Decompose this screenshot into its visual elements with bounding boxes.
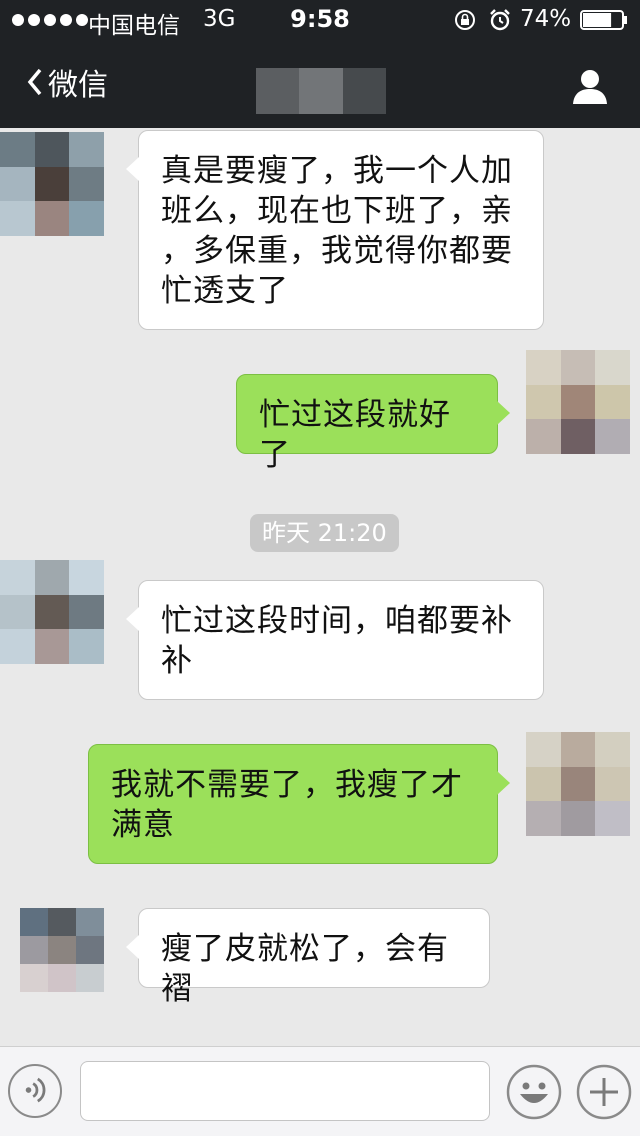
message-text-line: 真是要瘦了，我一个人加	[161, 153, 513, 189]
person-icon[interactable]	[570, 66, 610, 106]
emoji-icon[interactable]	[506, 1064, 562, 1120]
message-text-line: 忙过这段时间，咱都要补	[161, 603, 513, 639]
input-bar	[0, 1046, 640, 1136]
message-text-line: 瘦了皮就松了，会有褶	[161, 931, 449, 1007]
plus-icon[interactable]	[576, 1064, 632, 1120]
message-bubble[interactable]: 瘦了皮就松了，会有褶	[126, 908, 490, 1007]
rotation-lock-icon	[455, 10, 475, 30]
contact-avatar[interactable]	[0, 132, 104, 236]
alarm-icon	[490, 9, 510, 31]
message-text-line: ，多保重，我觉得你都要	[161, 233, 513, 269]
message-bubble[interactable]: 忙过这段时间，咱都要补 补	[126, 580, 544, 700]
contact-name-pixelated	[256, 68, 386, 114]
time-divider: 昨天 21:20	[250, 514, 399, 552]
battery-fill	[583, 13, 612, 27]
user-avatar[interactable]	[526, 350, 630, 454]
message-bubble[interactable]: 真是要瘦了，我一个人加 班么，现在也下班了，亲 ，多保重，我觉得你都要 忙透支了	[126, 130, 544, 330]
message-text-line: 补	[161, 643, 193, 679]
voice-input-button[interactable]	[8, 1064, 62, 1118]
chevron-left-icon	[27, 68, 42, 96]
message-bubble[interactable]: 忙过这段就好了	[236, 374, 510, 473]
message-text-line: 班么，现在也下班了，亲	[161, 193, 513, 229]
back-button[interactable]: 微信	[22, 60, 108, 104]
contact-avatar[interactable]	[0, 560, 104, 664]
message-text-line: 忙透支了	[161, 273, 289, 309]
navigation-bar: 微信	[0, 40, 640, 128]
status-bar: 中国电信 3G 9:58 74%	[0, 0, 640, 40]
message-text-line: 我就不需要了，我瘦了才	[111, 767, 463, 803]
battery-icon	[580, 10, 627, 30]
message-bubble[interactable]: 我就不需要了，我瘦了才 满意	[88, 744, 510, 864]
message-text-line: 满意	[111, 807, 175, 843]
voice-icon	[25, 1077, 46, 1103]
back-label: 微信	[48, 68, 108, 103]
message-list[interactable]: 真是要瘦了，我一个人加 班么，现在也下班了，亲 ，多保重，我觉得你都要 忙透支了…	[0, 128, 640, 1046]
battery-percentage: 74%	[520, 6, 572, 32]
message-text-line: 忙过这段就好了	[259, 397, 451, 473]
message-input[interactable]	[80, 1061, 490, 1121]
chat-screen: 中国电信 3G 9:58 74% 微信 真是要瘦了，我一个人加 班么，现在也下班…	[0, 0, 640, 1136]
user-avatar[interactable]	[526, 732, 630, 836]
contact-avatar[interactable]	[20, 908, 104, 992]
